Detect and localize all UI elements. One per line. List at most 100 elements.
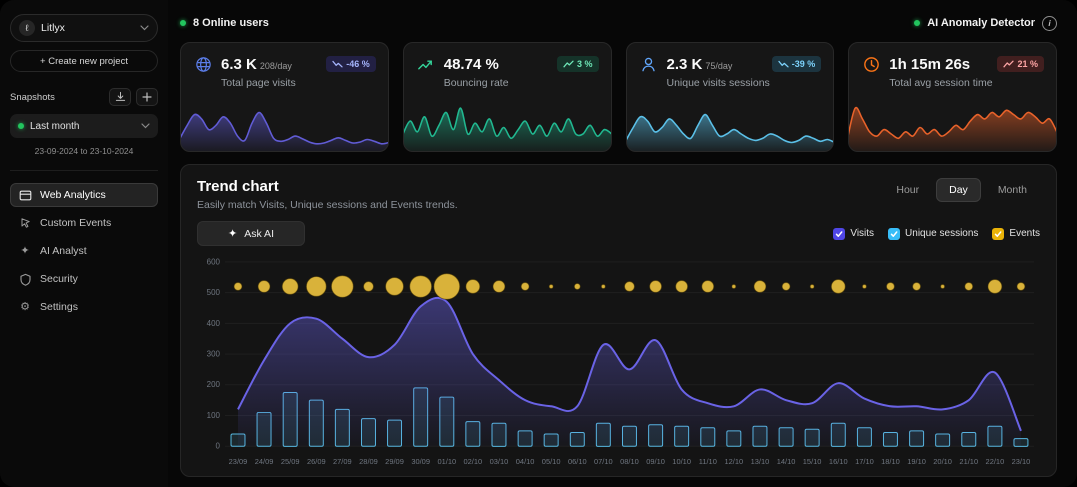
trend-up-icon [563, 60, 574, 68]
svg-text:01/10: 01/10 [437, 457, 456, 466]
svg-text:15/10: 15/10 [803, 457, 822, 466]
stat-cards: 6.3 K 208/day -46 % Total page visits [180, 42, 1057, 152]
stat-card-avg-session-time: 1h 15m 26s 21 % Total avg session time [848, 42, 1057, 152]
svg-text:13/10: 13/10 [751, 457, 770, 466]
svg-text:10/10: 10/10 [672, 457, 691, 466]
trend-panel: Trend chart Easily match Visits, Unique … [180, 164, 1057, 477]
shield-icon [18, 273, 32, 286]
sidebar-item-settings[interactable]: ⚙ Settings [10, 295, 158, 319]
clock-icon [861, 54, 881, 74]
nav-label: Web Analytics [40, 189, 106, 201]
svg-text:100: 100 [207, 411, 221, 420]
snapshots-label: Snapshots [10, 92, 104, 103]
trend-down-icon [778, 60, 789, 68]
trend-badge: 3 % [557, 56, 599, 72]
sparkline-chart [848, 100, 1057, 152]
svg-text:14/10: 14/10 [777, 457, 796, 466]
sidebar-item-web-analytics[interactable]: Web Analytics [10, 183, 158, 207]
sidebar-item-custom-events[interactable]: Custom Events [10, 211, 158, 235]
trend-title: Trend chart [197, 178, 458, 195]
nav-label: Security [40, 273, 78, 285]
svg-text:24/09: 24/09 [255, 457, 274, 466]
range-hour-button[interactable]: Hour [883, 178, 932, 202]
anomaly-status-dot [914, 20, 920, 26]
checkbox-checked-icon [833, 228, 845, 240]
trend-chart[interactable]: 010020030040050060023/0924/0925/0926/092… [197, 250, 1040, 472]
svg-text:300: 300 [207, 350, 221, 359]
trend-subtitle: Easily match Visits, Unique sessions and… [197, 199, 458, 211]
svg-text:02/10: 02/10 [464, 457, 483, 466]
svg-text:30/09: 30/09 [411, 457, 430, 466]
sparkline-chart [180, 100, 389, 152]
stat-label: Bouncing rate [404, 74, 611, 89]
globe-icon [193, 54, 213, 74]
svg-text:600: 600 [207, 257, 221, 266]
svg-text:04/10: 04/10 [516, 457, 535, 466]
svg-text:17/10: 17/10 [855, 457, 874, 466]
range-month-button[interactable]: Month [985, 178, 1040, 202]
sparkles-icon: ✦ [18, 246, 32, 257]
project-logo-icon: ℓ [19, 20, 35, 36]
project-selector[interactable]: ℓ Litlyx [10, 14, 158, 42]
info-icon[interactable]: i [1042, 16, 1057, 31]
topbar: 8 Online users AI Anomaly Detector i [180, 14, 1057, 32]
trend-header: Trend chart Easily match Visits, Unique … [197, 178, 458, 211]
stat-sub: 75/day [705, 61, 732, 71]
plus-icon [142, 90, 152, 105]
nav-label: Settings [40, 301, 78, 313]
stat-value: 48.74 % [444, 56, 499, 73]
ask-ai-button[interactable]: ✦ Ask AI [197, 221, 305, 246]
active-snapshot-dot [18, 123, 24, 129]
svg-text:500: 500 [207, 288, 221, 297]
chevron-down-icon [141, 123, 150, 129]
app-window: ℓ Litlyx + Create new project Snapshots [0, 0, 1077, 487]
export-snapshot-button[interactable] [109, 88, 131, 106]
sidebar: ℓ Litlyx + Create new project Snapshots [0, 0, 168, 487]
stat-card-total-page-visits: 6.3 K 208/day -46 % Total page visits [180, 42, 389, 152]
legend-visits[interactable]: Visits [833, 228, 874, 240]
legend-events[interactable]: Events [992, 228, 1040, 240]
snapshots-row: Snapshots [10, 88, 158, 106]
stat-sub: 208/day [260, 61, 292, 71]
svg-text:23/09: 23/09 [229, 457, 248, 466]
stat-label: Unique visits sessions [627, 74, 834, 89]
legend-unique-sessions[interactable]: Unique sessions [888, 228, 978, 240]
sparkline-chart [626, 100, 835, 152]
user-icon [639, 54, 659, 74]
online-users: 8 Online users [180, 17, 269, 29]
svg-text:08/10: 08/10 [620, 457, 639, 466]
create-project-button[interactable]: + Create new project [10, 50, 158, 72]
main-content: 8 Online users AI Anomaly Detector i 6.3… [168, 0, 1077, 487]
trend-up-icon [1003, 60, 1014, 68]
sidebar-item-ai-analyst[interactable]: ✦ AI Analyst [10, 239, 158, 263]
trend-chart-area: 010020030040050060023/0924/0925/0926/092… [197, 250, 1040, 472]
trend-badge: 21 % [997, 56, 1044, 72]
online-dot [180, 20, 186, 26]
anomaly-label: AI Anomaly Detector [927, 17, 1035, 29]
svg-text:06/10: 06/10 [568, 457, 587, 466]
nav-label: Custom Events [40, 217, 111, 229]
snapshot-value: Last month [30, 121, 135, 132]
svg-text:11/10: 11/10 [699, 457, 717, 466]
bounce-rate-icon [416, 54, 436, 74]
browser-window-icon [18, 189, 32, 202]
stat-card-bouncing-rate: 48.74 % 3 % Bouncing rate [403, 42, 612, 152]
chevron-down-icon [140, 25, 149, 31]
anomaly-detector: AI Anomaly Detector i [914, 16, 1057, 31]
nav-label: AI Analyst [40, 245, 87, 257]
svg-text:29/09: 29/09 [385, 457, 404, 466]
add-snapshot-button[interactable] [136, 88, 158, 106]
checkbox-checked-icon [888, 228, 900, 240]
svg-text:27/09: 27/09 [333, 457, 352, 466]
cursor-click-icon [18, 217, 32, 230]
trend-down-icon [332, 60, 343, 68]
svg-text:0: 0 [216, 442, 221, 451]
online-users-label: 8 Online users [193, 17, 269, 29]
svg-text:12/10: 12/10 [724, 457, 743, 466]
snapshot-select[interactable]: Last month [10, 114, 158, 138]
svg-text:07/10: 07/10 [594, 457, 613, 466]
range-day-button[interactable]: Day [936, 178, 981, 202]
download-icon [115, 90, 126, 105]
sidebar-item-security[interactable]: Security [10, 267, 158, 291]
stat-value: 1h 15m 26s [889, 56, 970, 73]
